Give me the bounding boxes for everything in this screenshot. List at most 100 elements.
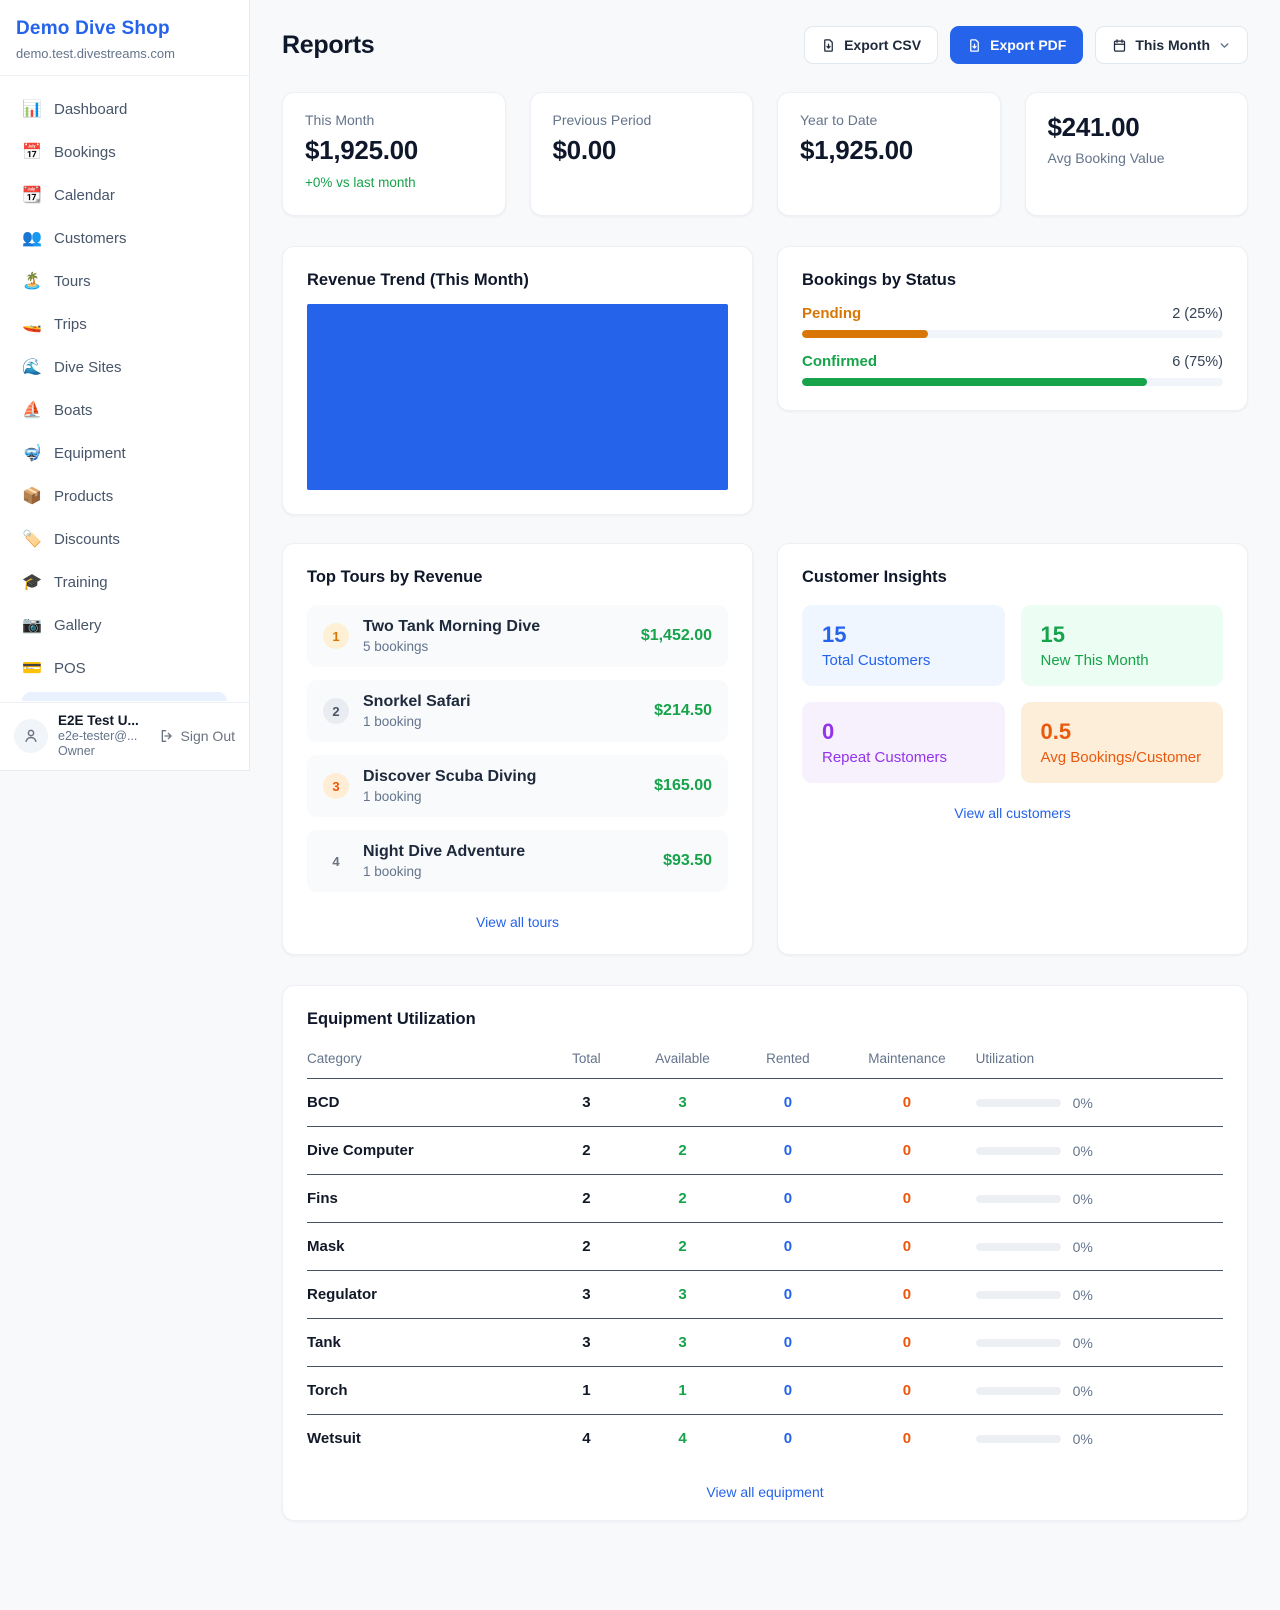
sidebar-item-pos[interactable]: 💳POS: [12, 649, 237, 687]
shop-name: Demo Dive Shop: [16, 18, 233, 40]
sidebar-item-gallery[interactable]: 📷Gallery: [12, 606, 237, 644]
cell-maintenance: 0: [838, 1271, 975, 1319]
sidebar-item-label: Dashboard: [54, 101, 127, 118]
status-count: 6 (75%): [1172, 354, 1223, 370]
tile-label: New This Month: [1041, 652, 1204, 669]
tile-repeat-customers: 0 Repeat Customers: [802, 702, 1005, 783]
user-panel: E2E Test U... e2e-tester@... Owner Sign …: [0, 702, 249, 770]
tour-bookings: 1 booking: [363, 789, 640, 804]
utilization-cell: 0%: [976, 1143, 1223, 1159]
sidebar-item-dive-sites[interactable]: 🌊Dive Sites: [12, 348, 237, 386]
tour-name: Night Dive Adventure: [363, 843, 649, 861]
sidebar-item-boats[interactable]: ⛵Boats: [12, 391, 237, 429]
cell-total: 2: [545, 1127, 627, 1175]
sign-out-button[interactable]: Sign Out: [159, 728, 235, 744]
dive-sites-icon: 🌊: [22, 357, 42, 377]
rank-badge: 4: [323, 848, 349, 874]
tour-name: Two Tank Morning Dive: [363, 618, 627, 636]
rank-badge: 2: [323, 698, 349, 724]
cell-total: 3: [545, 1319, 627, 1367]
bookings-by-status-title: Bookings by Status: [802, 271, 1223, 290]
avatar: [14, 719, 48, 753]
tour-revenue: $214.50: [654, 702, 712, 720]
sidebar-item-training[interactable]: 🎓Training: [12, 563, 237, 601]
customers-icon: 👥: [22, 228, 42, 248]
user-name: E2E Test U...: [58, 713, 149, 728]
utilization-pct: 0%: [1073, 1239, 1093, 1255]
sidebar-item-tours[interactable]: 🏝️Tours: [12, 262, 237, 300]
export-pdf-button[interactable]: Export PDF: [950, 26, 1083, 64]
utilization-pct: 0%: [1073, 1095, 1093, 1111]
view-all-tours-link[interactable]: View all tours: [307, 914, 728, 930]
shop-domain: demo.test.divestreams.com: [16, 46, 233, 61]
sidebar-item-calendar[interactable]: 📆Calendar: [12, 176, 237, 214]
cell-available: 2: [628, 1223, 738, 1271]
equipment-utilization-card: Equipment Utilization Category Total Ava…: [282, 985, 1248, 1521]
cell-category: Torch: [307, 1367, 545, 1415]
period-label: This Month: [1135, 37, 1210, 53]
rank-badge: 3: [323, 773, 349, 799]
file-download-icon: [821, 38, 836, 53]
trips-icon: 🚤: [22, 314, 42, 334]
utilization-bar: [976, 1291, 1061, 1299]
table-row: Torch 1 1 0 0 0%: [307, 1367, 1223, 1415]
view-all-customers-link[interactable]: View all customers: [802, 805, 1223, 821]
cell-rented: 0: [738, 1319, 839, 1367]
sidebar-item-discounts[interactable]: 🏷️Discounts: [12, 520, 237, 558]
progress-track: [802, 330, 1223, 338]
stat-card-year-to-date: Year to Date $1,925.00: [777, 92, 1001, 216]
sidebar-item-customers[interactable]: 👥 Customers: [12, 219, 237, 257]
sidebar-item-label: Products: [54, 488, 113, 505]
cell-available: 1: [628, 1367, 738, 1415]
utilization-bar: [976, 1243, 1061, 1251]
status-row-confirmed: Confirmed 6 (75%): [802, 353, 1223, 386]
discounts-icon: 🏷️: [22, 529, 42, 549]
progress-fill: [802, 330, 928, 338]
utilization-bar: [976, 1099, 1061, 1107]
table-row: Wetsuit 4 4 0 0 0%: [307, 1415, 1223, 1463]
table-row: Regulator 3 3 0 0 0%: [307, 1271, 1223, 1319]
sidebar-item-trips[interactable]: 🚤Trips: [12, 305, 237, 343]
utilization-bar: [976, 1195, 1061, 1203]
column-header: Available: [628, 1043, 738, 1079]
sidebar-item-label: Customers: [54, 230, 127, 247]
page-title: Reports: [282, 31, 374, 60]
sidebar-item-products[interactable]: 📦Products: [12, 477, 237, 515]
file-download-icon: [967, 38, 982, 53]
cell-available: 2: [628, 1175, 738, 1223]
revenue-trend-chart: [307, 304, 728, 490]
export-csv-button[interactable]: Export CSV: [804, 26, 938, 64]
utilization-bar: [976, 1387, 1061, 1395]
pos-icon: 💳: [22, 658, 42, 678]
cell-total: 4: [545, 1415, 627, 1463]
utilization-pct: 0%: [1073, 1383, 1093, 1399]
table-row: Dive Computer 2 2 0 0 0%: [307, 1127, 1223, 1175]
tile-value: 0: [822, 719, 985, 745]
sidebar-column: Demo Dive Shop demo.test.divestreams.com…: [0, 0, 250, 1591]
equipment-icon: 🤿: [22, 443, 42, 463]
customer-insights-title: Customer Insights: [802, 568, 1223, 587]
chevron-down-icon: [1218, 39, 1231, 52]
sidebar-item-dashboard[interactable]: 📊Dashboard: [12, 90, 237, 128]
cell-rented: 0: [738, 1127, 839, 1175]
sidebar-item-bookings[interactable]: 📅Bookings: [12, 133, 237, 171]
app-layout: Demo Dive Shop demo.test.divestreams.com…: [0, 0, 1280, 1591]
cell-total: 1: [545, 1367, 627, 1415]
sidebar-item-label: Boats: [54, 402, 92, 419]
cell-maintenance: 0: [838, 1319, 975, 1367]
cell-maintenance: 0: [838, 1367, 975, 1415]
progress-fill: [802, 378, 1147, 386]
view-all-equipment-link[interactable]: View all equipment: [307, 1484, 1223, 1500]
stat-value: $241.00: [1048, 112, 1226, 143]
sidebar: Demo Dive Shop demo.test.divestreams.com…: [0, 0, 250, 771]
status-label: Confirmed: [802, 353, 877, 370]
utilization-cell: 0%: [976, 1383, 1223, 1399]
gallery-icon: 📷: [22, 615, 42, 635]
bookings-icon: 📅: [22, 142, 42, 162]
period-dropdown[interactable]: This Month: [1095, 26, 1248, 64]
sidebar-item-selected-partial[interactable]: [22, 692, 227, 701]
stat-card-this-month: This Month $1,925.00 +0% vs last month: [282, 92, 506, 216]
utilization-cell: 0%: [976, 1191, 1223, 1207]
insights-row: Top Tours by Revenue 1 Two Tank Morning …: [282, 543, 1248, 955]
sidebar-item-equipment[interactable]: 🤿Equipment: [12, 434, 237, 472]
